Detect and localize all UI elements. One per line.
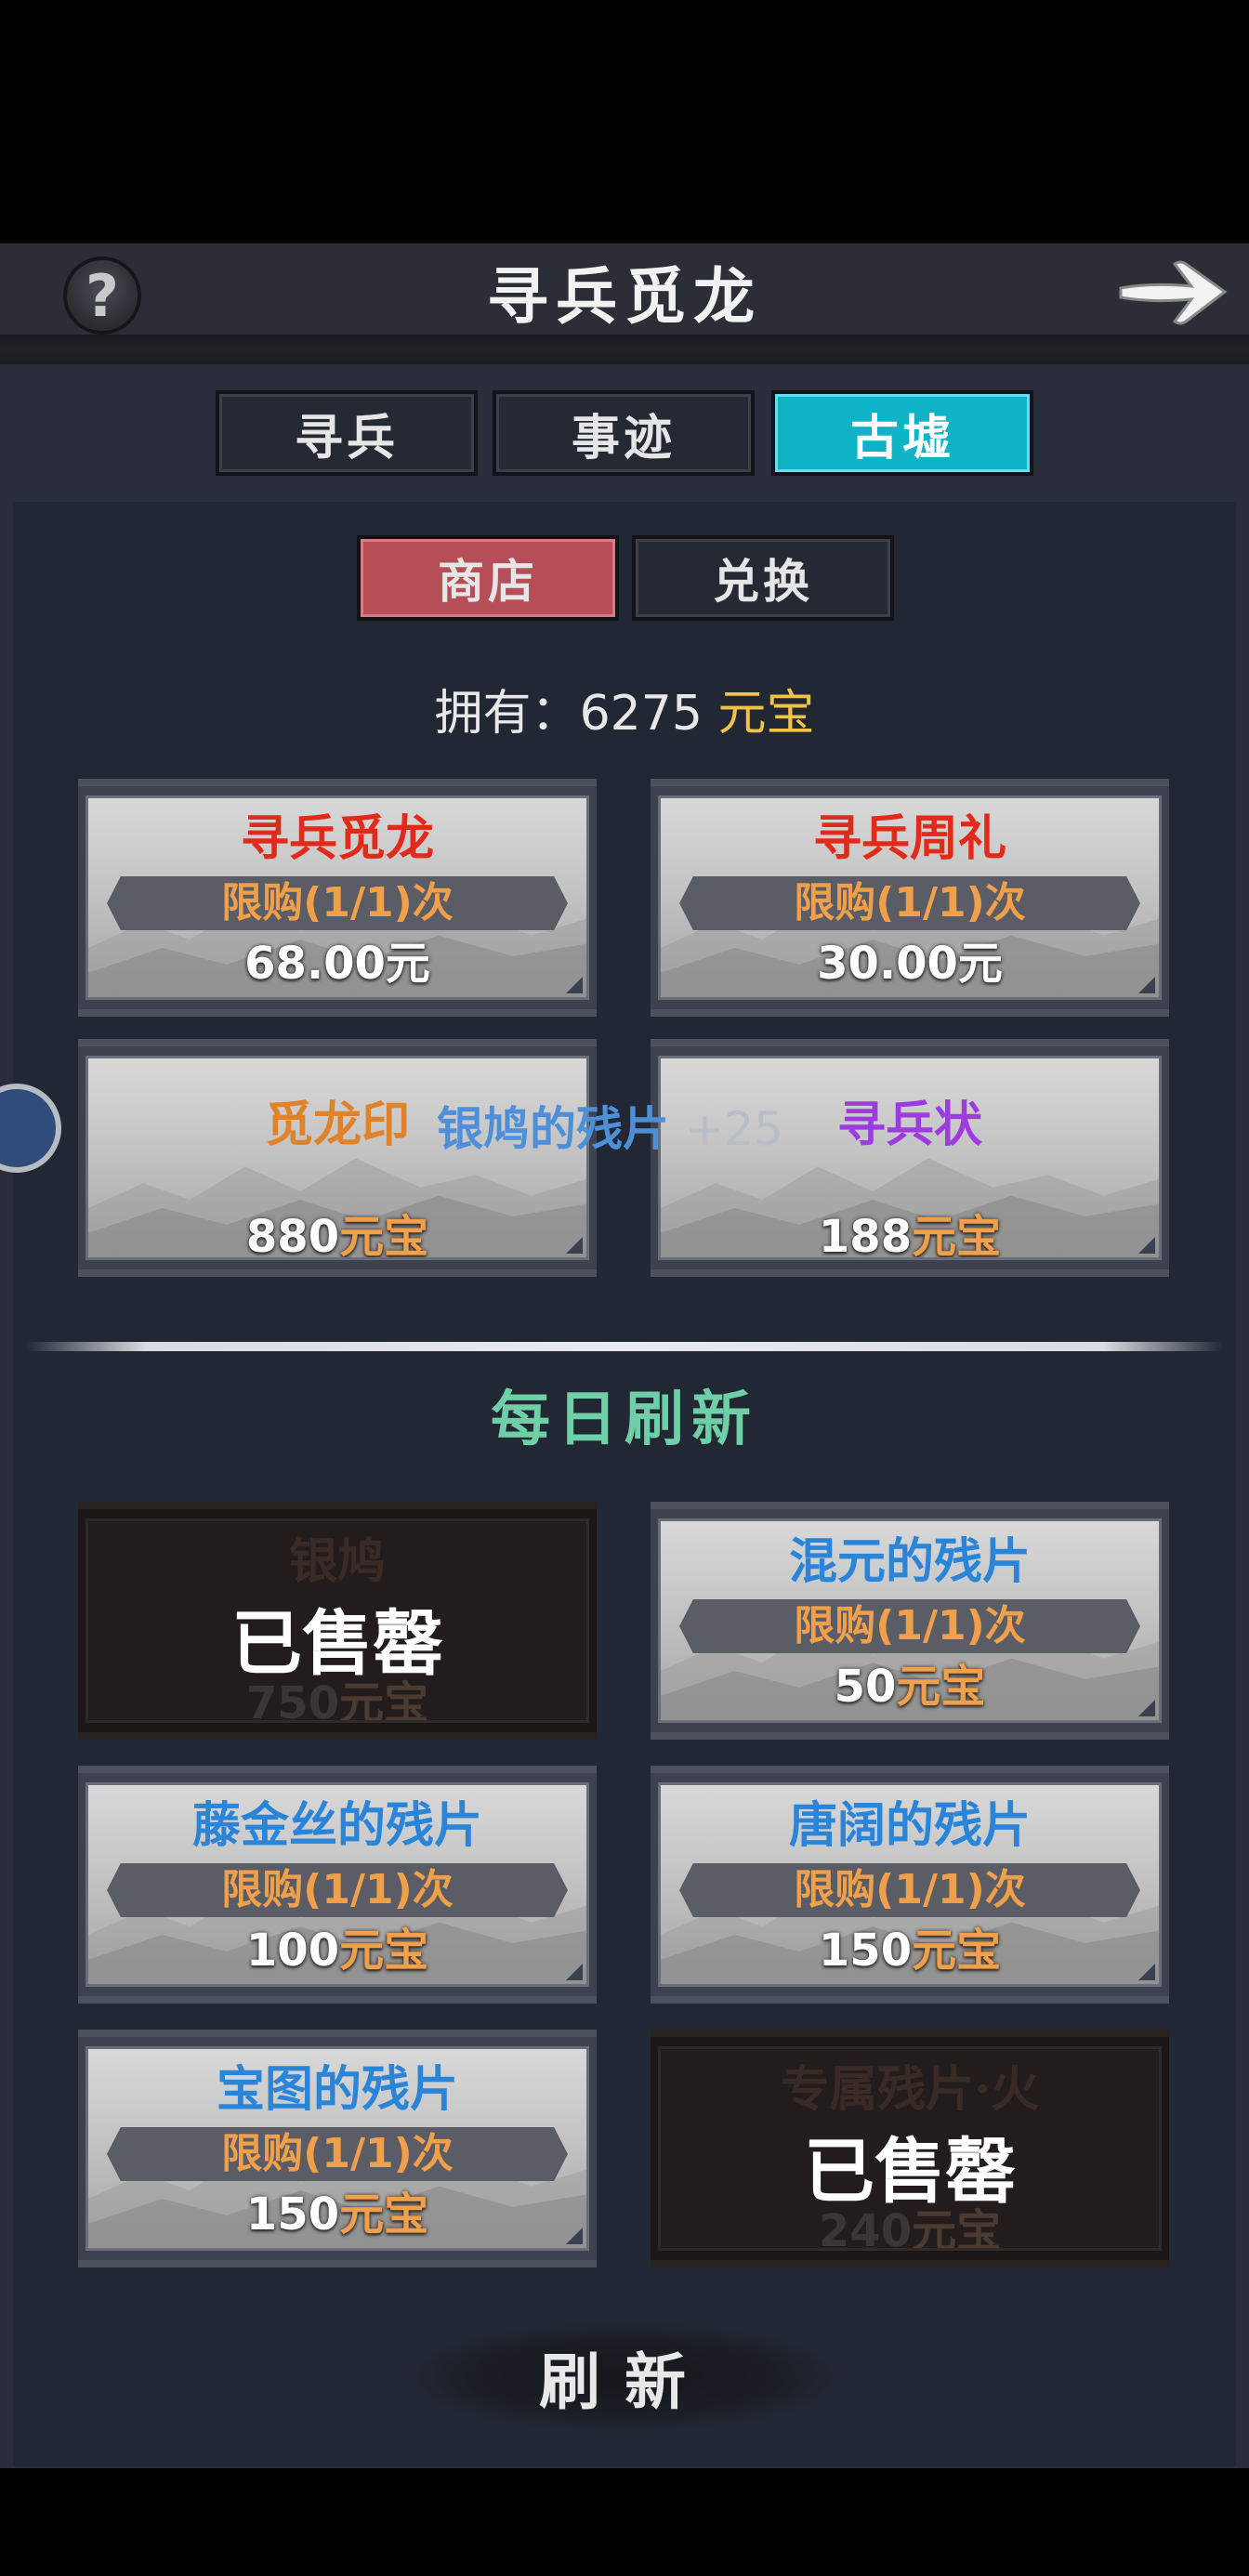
item-price: 150元宝 — [245, 2188, 429, 2241]
item-price: 150元宝 — [818, 1925, 1002, 1977]
shop-item-card[interactable]: 宝图的残片限购(1/1)次 150元宝 — [78, 2030, 597, 2267]
item-name: 专属残片·火 — [780, 2061, 1040, 2118]
corner-notch — [1138, 1700, 1155, 1716]
help-button[interactable]: ? — [63, 256, 141, 335]
subtab-exchange[interactable]: 兑换 — [632, 535, 894, 621]
card-face: 银鸠 750元宝 已售罄 — [85, 1518, 589, 1723]
question-icon: ? — [85, 261, 119, 330]
forward-arrow-button[interactable] — [1115, 251, 1230, 335]
tab-shiji[interactable]: 事迹 — [493, 390, 755, 476]
corner-notch — [1138, 1237, 1155, 1254]
subtab-shop[interactable]: 商店 — [357, 535, 619, 621]
item-price: 188元宝 — [818, 1211, 1002, 1260]
daily-refresh-title: 每日刷新 — [491, 1385, 758, 1454]
corner-notch — [566, 1964, 583, 1980]
tab-xunbing[interactable]: 寻兵 — [216, 390, 478, 476]
item-name: 混元的残片 — [788, 1533, 1031, 1590]
purchase-limit: 限购(1/1)次 — [107, 2127, 568, 2181]
shop-item-card[interactable]: 寻兵觅龙限购(1/1)次 68.00元 — [78, 779, 597, 1017]
refresh-button[interactable]: 刷新 — [409, 2323, 840, 2431]
card-face: 藤金丝的残片限购(1/1)次 100元宝 — [85, 1782, 589, 1987]
floating-reward-text: 银鸠的残片 +25 — [437, 1101, 783, 1156]
shop-item-card[interactable]: 银鸠 750元宝 已售罄 — [78, 1502, 597, 1740]
item-name: 宝图的残片 — [216, 2061, 458, 2118]
corner-notch — [1138, 977, 1155, 993]
purchase-limit: 限购(1/1)次 — [107, 876, 568, 930]
card-face: 寻兵周礼限购(1/1)次 30.00元 — [658, 795, 1162, 1000]
card-face: 唐阔的残片限购(1/1)次 150元宝 — [658, 1782, 1162, 1987]
purchase-limit: 限购(1/1)次 — [679, 1863, 1140, 1917]
header-brush-stroke — [0, 335, 1249, 366]
item-price: 30.00元 — [817, 938, 1003, 990]
purchase-limit: 限购(1/1)次 — [679, 876, 1140, 930]
item-name: 藤金丝的残片 — [191, 1797, 482, 1854]
card-face: 寻兵觅龙限购(1/1)次 68.00元 — [85, 795, 589, 1000]
item-price: 880元宝 — [245, 1211, 429, 1260]
card-face: 专属残片·火 240元宝 已售罄 — [658, 2046, 1162, 2251]
section-divider — [26, 1342, 1223, 1351]
sold-out-label: 已售罄 — [231, 1602, 443, 1685]
arrow-right-icon — [1119, 260, 1228, 325]
item-price: 68.00元 — [244, 938, 430, 990]
corner-notch — [566, 1237, 583, 1254]
item-name: 唐阔的残片 — [788, 1797, 1031, 1854]
shop-item-card[interactable]: 藤金丝的残片限购(1/1)次 100元宝 — [78, 1766, 597, 2004]
tab-guxu[interactable]: 古墟 — [771, 390, 1033, 476]
purchase-limit: 限购(1/1)次 — [679, 1599, 1140, 1653]
sold-out-label: 已售罄 — [804, 2130, 1016, 2213]
shop-item-card[interactable]: 唐阔的残片限购(1/1)次 150元宝 — [651, 1766, 1169, 2004]
shop-item-card[interactable]: 寻兵周礼限购(1/1)次 30.00元 — [651, 779, 1169, 1017]
corner-notch — [566, 977, 583, 993]
corner-notch — [1138, 1964, 1155, 1980]
corner-notch — [566, 2228, 583, 2244]
item-name: 银鸠 — [288, 1533, 386, 1590]
page-title: 寻兵觅龙 — [487, 260, 762, 333]
item-name: 寻兵觅龙 — [240, 810, 434, 867]
card-face: 宝图的残片限购(1/1)次 150元宝 — [85, 2046, 589, 2251]
item-price: 100元宝 — [245, 1925, 429, 1977]
item-name: 寻兵周礼 — [812, 810, 1006, 867]
item-price: 50元宝 — [834, 1661, 986, 1713]
shop-item-card[interactable]: 专属残片·火 240元宝 已售罄 — [651, 2030, 1169, 2267]
shop-item-card[interactable]: 混元的残片限购(1/1)次 50元宝 — [651, 1502, 1169, 1740]
card-face: 混元的残片限购(1/1)次 50元宝 — [658, 1518, 1162, 1723]
purchase-limit: 限购(1/1)次 — [107, 1863, 568, 1917]
currency-balance: 拥有：6275 元宝 — [434, 686, 815, 742]
